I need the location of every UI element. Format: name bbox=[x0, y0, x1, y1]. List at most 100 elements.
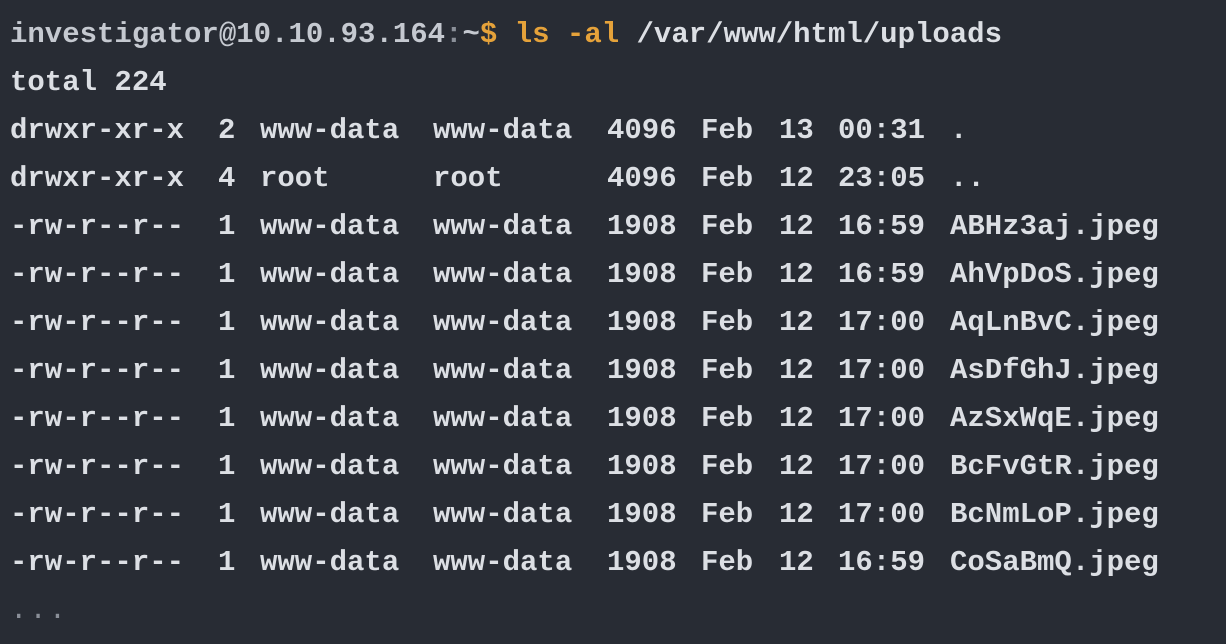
entry-size: 1908 bbox=[607, 450, 677, 483]
entry-owner: www-data bbox=[260, 546, 400, 579]
entry-month: Feb bbox=[701, 450, 754, 483]
entry-links: 4 bbox=[218, 162, 236, 195]
entry-size: 1908 bbox=[607, 258, 677, 291]
entry-time: 16:59 bbox=[838, 546, 926, 579]
entry-owner: root bbox=[260, 162, 330, 195]
entry-group: www-data bbox=[433, 498, 573, 531]
entry-perm: -rw-r--r-- bbox=[10, 258, 185, 291]
entry-time: 17:00 bbox=[838, 498, 926, 531]
entry-name: AhVpDoS.jpeg bbox=[950, 258, 1159, 291]
entry-month: Feb bbox=[701, 306, 754, 339]
entry-perm: -rw-r--r-- bbox=[10, 306, 185, 339]
entry-month: Feb bbox=[701, 498, 754, 531]
truncation-ellipsis: ... bbox=[10, 594, 69, 627]
entry-month: Feb bbox=[701, 354, 754, 387]
entry-perm: -rw-r--r-- bbox=[10, 402, 185, 435]
prompt-line: investigator@10.10.93.164:~$ ls -al /var… bbox=[10, 17, 1226, 65]
entry-owner: www-data bbox=[260, 498, 400, 531]
entry-size: 4096 bbox=[607, 162, 677, 195]
listing-row: -rw-r--r-- 1 www-data www-data 1908 Feb 12 16:5… bbox=[10, 545, 1226, 593]
entry-month: Feb bbox=[701, 546, 754, 579]
entry-time: 23:05 bbox=[838, 162, 926, 195]
entry-group: www-data bbox=[433, 354, 573, 387]
entry-group: www-data bbox=[433, 402, 573, 435]
entry-links: 1 bbox=[218, 258, 236, 291]
entry-month: Feb bbox=[701, 258, 754, 291]
entry-perm: -rw-r--r-- bbox=[10, 498, 185, 531]
entry-time: 16:59 bbox=[838, 258, 926, 291]
entry-time: 17:00 bbox=[838, 450, 926, 483]
entry-time: 00:31 bbox=[838, 114, 926, 147]
entry-size: 4096 bbox=[607, 114, 677, 147]
entry-month: Feb bbox=[701, 162, 754, 195]
entry-group: www-data bbox=[433, 114, 573, 147]
entry-month: Feb bbox=[701, 210, 754, 243]
entry-day: 12 bbox=[779, 450, 814, 483]
entry-size: 1908 bbox=[607, 546, 677, 579]
entry-links: 1 bbox=[218, 546, 236, 579]
entry-day: 12 bbox=[779, 258, 814, 291]
entry-group: root bbox=[433, 162, 503, 195]
terminal-window[interactable]: investigator@10.10.93.164:~$ ls -al /var… bbox=[0, 0, 1226, 644]
listing-row: -rw-r--r-- 1 www-data www-data 1908 Feb 12 17:0… bbox=[10, 497, 1226, 545]
entry-size: 1908 bbox=[607, 306, 677, 339]
entry-links: 1 bbox=[218, 306, 236, 339]
listing-row: -rw-r--r-- 1 www-data www-data 1908 Feb 12 17:0… bbox=[10, 305, 1226, 353]
entry-perm: drwxr-xr-x bbox=[10, 162, 185, 195]
entry-name: AqLnBvC.jpeg bbox=[950, 306, 1159, 339]
entry-name: .. bbox=[950, 162, 985, 195]
entry-group: www-data bbox=[433, 450, 573, 483]
entry-group: www-data bbox=[433, 210, 573, 243]
entry-owner: www-data bbox=[260, 402, 400, 435]
entry-name: BcFvGtR.jpeg bbox=[950, 450, 1159, 483]
entry-time: 17:00 bbox=[838, 306, 926, 339]
entry-group: www-data bbox=[433, 258, 573, 291]
entry-links: 2 bbox=[218, 114, 236, 147]
entry-perm: -rw-r--r-- bbox=[10, 354, 185, 387]
listing-row: -rw-r--r-- 1 www-data www-data 1908 Feb 12 17:0… bbox=[10, 449, 1226, 497]
entry-owner: www-data bbox=[260, 354, 400, 387]
entry-name: ABHz3aj.jpeg bbox=[950, 210, 1159, 243]
prompt-user-host: investigator@10.10.93.164 bbox=[10, 18, 446, 51]
entry-size: 1908 bbox=[607, 354, 677, 387]
command-argument: /var/www/html/uploads bbox=[636, 18, 1002, 51]
prompt-symbol: $ bbox=[479, 18, 498, 51]
entry-day: 12 bbox=[779, 498, 814, 531]
prompt-path: ~ bbox=[462, 18, 480, 51]
entry-month: Feb bbox=[701, 402, 754, 435]
entry-name: AzSxWqE.jpeg bbox=[950, 402, 1159, 435]
entry-group: www-data bbox=[433, 546, 573, 579]
entry-size: 1908 bbox=[607, 498, 677, 531]
entry-perm: -rw-r--r-- bbox=[10, 546, 185, 579]
entry-day: 12 bbox=[779, 306, 814, 339]
listing-row: -rw-r--r-- 1 www-data www-data 1908 Feb 12 16:5… bbox=[10, 257, 1226, 305]
listing-row: -rw-r--r-- 1 www-data www-data 1908 Feb 12 17:0… bbox=[10, 353, 1226, 401]
entry-owner: www-data bbox=[260, 114, 400, 147]
entry-name: BcNmLoP.jpeg bbox=[950, 498, 1159, 531]
listing-row: drwxr-xr-x 4 root root 4096 Feb 12 23:05.. bbox=[10, 161, 1226, 209]
entry-day: 12 bbox=[779, 210, 814, 243]
entry-owner: www-data bbox=[260, 450, 400, 483]
entry-day: 12 bbox=[779, 162, 814, 195]
entry-name: . bbox=[950, 114, 968, 147]
entry-month: Feb bbox=[701, 114, 754, 147]
entry-links: 1 bbox=[218, 210, 236, 243]
entry-day: 12 bbox=[779, 402, 814, 435]
listing-output: drwxr-xr-x 2 www-data www-data 4096 Feb 13 00:3… bbox=[10, 113, 1226, 593]
listing-row: drwxr-xr-x 2 www-data www-data 4096 Feb 13 00:3… bbox=[10, 113, 1226, 161]
total-line: total 224 bbox=[10, 66, 167, 99]
entry-group: www-data bbox=[433, 306, 573, 339]
entry-size: 1908 bbox=[607, 210, 677, 243]
entry-owner: www-data bbox=[260, 258, 400, 291]
entry-name: AsDfGhJ.jpeg bbox=[950, 354, 1159, 387]
listing-row: -rw-r--r-- 1 www-data www-data 1908 Feb 12 16:5… bbox=[10, 209, 1226, 257]
entry-time: 16:59 bbox=[838, 210, 926, 243]
entry-day: 12 bbox=[779, 546, 814, 579]
entry-time: 17:00 bbox=[838, 354, 926, 387]
entry-links: 1 bbox=[218, 450, 236, 483]
entry-perm: -rw-r--r-- bbox=[10, 450, 185, 483]
entry-size: 1908 bbox=[607, 402, 677, 435]
listing-row: -rw-r--r-- 1 www-data www-data 1908 Feb 12 17:0… bbox=[10, 401, 1226, 449]
entry-time: 17:00 bbox=[838, 402, 926, 435]
entry-perm: drwxr-xr-x bbox=[10, 114, 185, 147]
